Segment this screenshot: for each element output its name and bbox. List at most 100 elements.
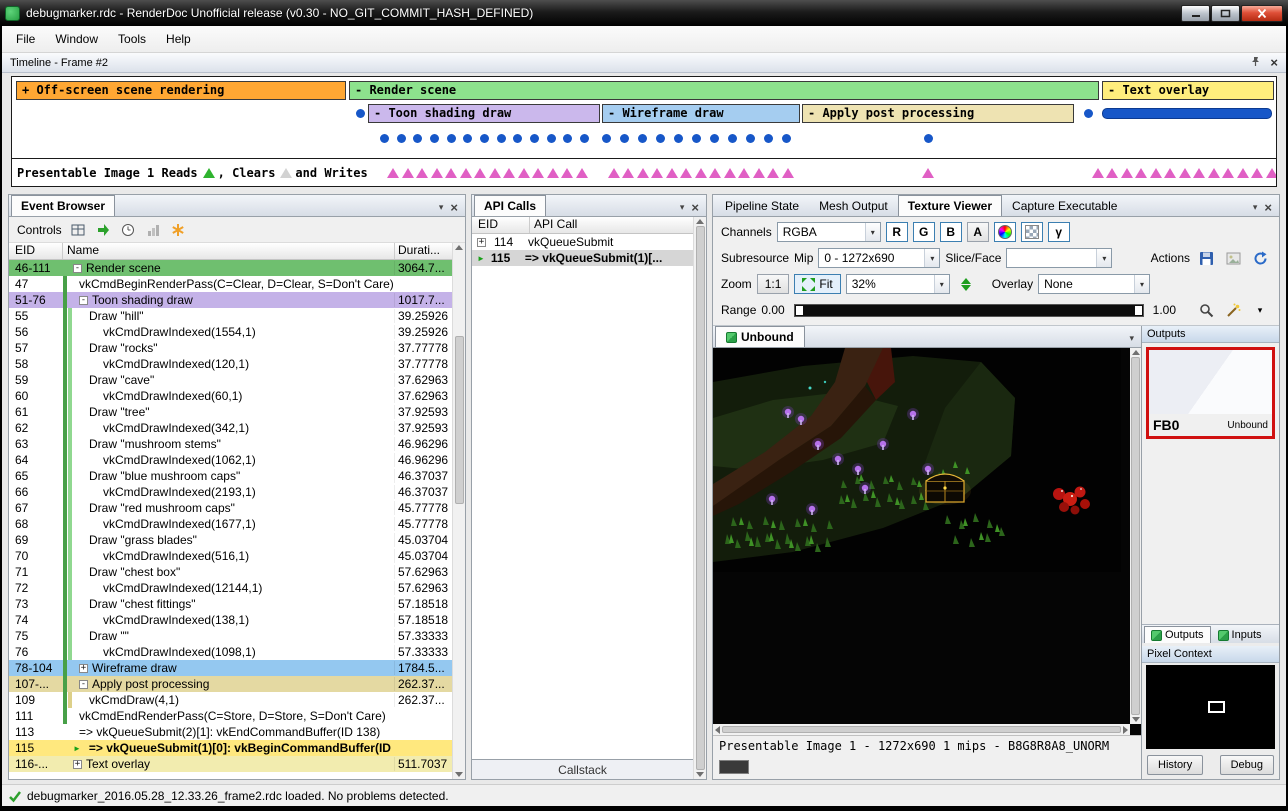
timeline-event-dot[interactable] — [497, 134, 506, 143]
api-call-row[interactable]: ► 115 => vkQueueSubmit(1)[... — [472, 250, 693, 266]
write-triangle-icon[interactable] — [1135, 168, 1147, 178]
column-header-api-call[interactable]: API Call — [530, 217, 693, 233]
callstack-section[interactable]: Callstack — [472, 759, 693, 779]
chevron-down-icon[interactable]: ▾ — [1253, 202, 1258, 213]
event-row[interactable]: 64 vkCmdDrawIndexed(1062,1) 46.96296 — [9, 452, 452, 468]
write-triangle-icon[interactable] — [1237, 168, 1249, 178]
write-triangle-icon[interactable] — [1164, 168, 1176, 178]
timeline-event-dot[interactable] — [413, 134, 422, 143]
event-row[interactable]: 73 Draw "chest fittings" 57.18518 — [9, 596, 452, 612]
write-triangle-icon[interactable] — [387, 168, 399, 178]
write-triangle-icon[interactable] — [1222, 168, 1234, 178]
timeline-event-dot[interactable] — [463, 134, 472, 143]
custom-display-button[interactable] — [994, 222, 1016, 242]
scroll-down-icon[interactable] — [455, 772, 463, 777]
write-triangle-icon[interactable] — [738, 168, 750, 178]
dock-tab[interactable]: Texture Viewer — [898, 195, 1002, 216]
write-triangle-icon[interactable] — [474, 168, 486, 178]
column-header-eid[interactable]: EID — [9, 243, 63, 259]
timeline-event-dot[interactable] — [380, 134, 389, 143]
expander-icon[interactable]: + — [79, 664, 88, 673]
refresh-button[interactable] — [1249, 248, 1271, 268]
time-durations-icon[interactable] — [120, 221, 137, 238]
open-image-button[interactable] — [1222, 248, 1244, 268]
write-triangle-icon[interactable] — [1179, 168, 1191, 178]
timeline-event-dot[interactable] — [674, 134, 683, 143]
write-triangle-icon[interactable] — [489, 168, 501, 178]
write-triangle-icon[interactable] — [709, 168, 721, 178]
timeline-marker-bar[interactable]: - Render scene — [349, 81, 1099, 100]
range-slider[interactable] — [794, 304, 1144, 317]
event-row[interactable]: 56 vkCmdDrawIndexed(1554,1) 39.25926 — [9, 324, 452, 340]
write-triangle-icon[interactable] — [532, 168, 544, 178]
channels-select[interactable]: RGBA▾ — [777, 222, 881, 242]
expander-icon[interactable]: + — [477, 238, 486, 247]
tab-event-browser[interactable]: Event Browser — [11, 195, 115, 216]
channel-red-button[interactable]: R — [886, 222, 908, 242]
write-triangle-icon[interactable] — [503, 168, 515, 178]
overlay-select[interactable]: None▾ — [1038, 274, 1150, 294]
event-row[interactable]: 107-... - Apply post processing 262.37..… — [9, 676, 452, 692]
timeline-event-dot[interactable] — [1084, 109, 1093, 118]
close-button[interactable] — [1241, 5, 1283, 22]
timeline-event-dot[interactable] — [447, 134, 456, 143]
scrollbar-thumb[interactable] — [696, 226, 705, 770]
write-triangle-icon[interactable] — [680, 168, 692, 178]
event-browser-scrollbar[interactable] — [452, 243, 465, 779]
expander-icon[interactable]: - — [73, 264, 82, 273]
timeline-event-dot[interactable] — [764, 134, 773, 143]
menu-item[interactable]: Tools — [108, 28, 156, 50]
write-triangle-icon[interactable] — [1092, 168, 1104, 178]
event-row[interactable]: 62 vkCmdDrawIndexed(342,1) 37.92593 — [9, 420, 452, 436]
write-triangle-icon[interactable] — [1266, 168, 1277, 178]
write-triangle-icon[interactable] — [782, 168, 794, 178]
column-header-duration[interactable]: Durati... — [394, 243, 452, 259]
tab-inputs[interactable]: Inputs — [1211, 626, 1269, 643]
event-row[interactable]: 47 vkCmdBeginRenderPass(C=Clear, D=Clear… — [9, 276, 452, 292]
rendered-texture-image[interactable] — [713, 348, 1121, 572]
timeline-event-dot[interactable] — [580, 134, 589, 143]
debug-button[interactable]: Debug — [1220, 755, 1274, 775]
event-row[interactable]: 46-111 - Render scene 3064.7... — [9, 260, 452, 276]
event-row[interactable]: 66 vkCmdDrawIndexed(2193,1) 46.37037 — [9, 484, 452, 500]
autofit-range-button[interactable] — [1222, 300, 1244, 320]
event-row[interactable]: 51-76 - Toon shading draw 1017.7... — [9, 292, 452, 308]
timeline-event-dot[interactable] — [602, 134, 611, 143]
timeline-marker-bar[interactable]: - Wireframe draw — [602, 104, 800, 123]
menu-item[interactable]: Help — [156, 28, 201, 50]
scroll-up-icon[interactable] — [1132, 350, 1140, 355]
event-row[interactable]: 69 Draw "grass blades" 45.03704 — [9, 532, 452, 548]
write-triangle-icon[interactable] — [1150, 168, 1162, 178]
timeline-event-dot[interactable] — [656, 134, 665, 143]
range-handle-black[interactable] — [796, 306, 803, 315]
api-call-row[interactable]: + 114 vkQueueSubmit — [472, 234, 693, 250]
timeline-event-dot[interactable] — [728, 134, 737, 143]
range-max-value[interactable]: 1.00 — [1153, 303, 1176, 317]
alpha-background-button[interactable] — [1021, 222, 1043, 242]
range-handle-white[interactable] — [1135, 306, 1142, 315]
write-triangle-icon[interactable] — [1208, 168, 1220, 178]
scrollbar-thumb[interactable] — [1131, 357, 1140, 715]
write-triangle-icon[interactable] — [753, 168, 765, 178]
write-triangle-icon[interactable] — [1193, 168, 1205, 178]
event-row[interactable]: 63 Draw "mushroom stems" 46.96296 — [9, 436, 452, 452]
write-triangle-icon[interactable] — [460, 168, 472, 178]
menu-item[interactable]: Window — [45, 28, 108, 50]
timeline-event-pill[interactable] — [1102, 108, 1272, 119]
close-icon[interactable]: × — [691, 203, 699, 213]
event-row[interactable]: 58 vkCmdDrawIndexed(120,1) 37.77778 — [9, 356, 452, 372]
pixel-context-canvas[interactable] — [1146, 665, 1275, 749]
write-triangle-icon[interactable] — [416, 168, 428, 178]
timeline-event-dot[interactable] — [782, 134, 791, 143]
event-row[interactable]: 115 ► => vkQueueSubmit(1)[0]: vkBeginCom… — [9, 740, 452, 756]
timeline-event-dot[interactable] — [430, 134, 439, 143]
dock-tab[interactable]: Mesh Output — [809, 195, 898, 216]
tab-outputs[interactable]: Outputs — [1144, 626, 1211, 643]
menu-item[interactable]: File — [6, 28, 45, 50]
timeline-event-dot[interactable] — [563, 134, 572, 143]
flip-y-button[interactable] — [955, 274, 977, 294]
stats-icon[interactable] — [145, 221, 162, 238]
dock-tab[interactable]: Capture Executable — [1002, 195, 1127, 216]
timeline-marker-bar[interactable]: - Toon shading draw — [368, 104, 600, 123]
save-texture-button[interactable] — [1195, 248, 1217, 268]
